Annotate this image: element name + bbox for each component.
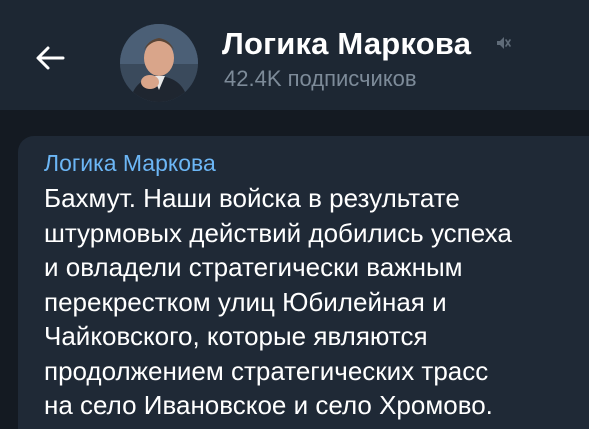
back-button[interactable] xyxy=(28,36,72,80)
message-text: Бахмут. Наши войска в результате штурмов… xyxy=(44,183,512,420)
avatar-image xyxy=(120,24,198,102)
message-sender[interactable]: Логика Маркова xyxy=(44,150,589,177)
channel-header: Логика Маркова 42.4K подписчиков xyxy=(0,0,589,110)
arrow-left-icon xyxy=(36,46,65,70)
channel-title[interactable]: Логика Маркова xyxy=(222,26,471,62)
telegram-channel-screen: Логика Маркова 42.4K подписчиков Логика … xyxy=(0,0,589,429)
message-bubble[interactable]: Логика Маркова Бахмут. Наши войска в рез… xyxy=(18,136,589,429)
subscriber-count: 42.4K подписчиков xyxy=(224,66,417,91)
channel-avatar[interactable] xyxy=(120,24,198,102)
muted-speaker-icon xyxy=(497,37,511,49)
